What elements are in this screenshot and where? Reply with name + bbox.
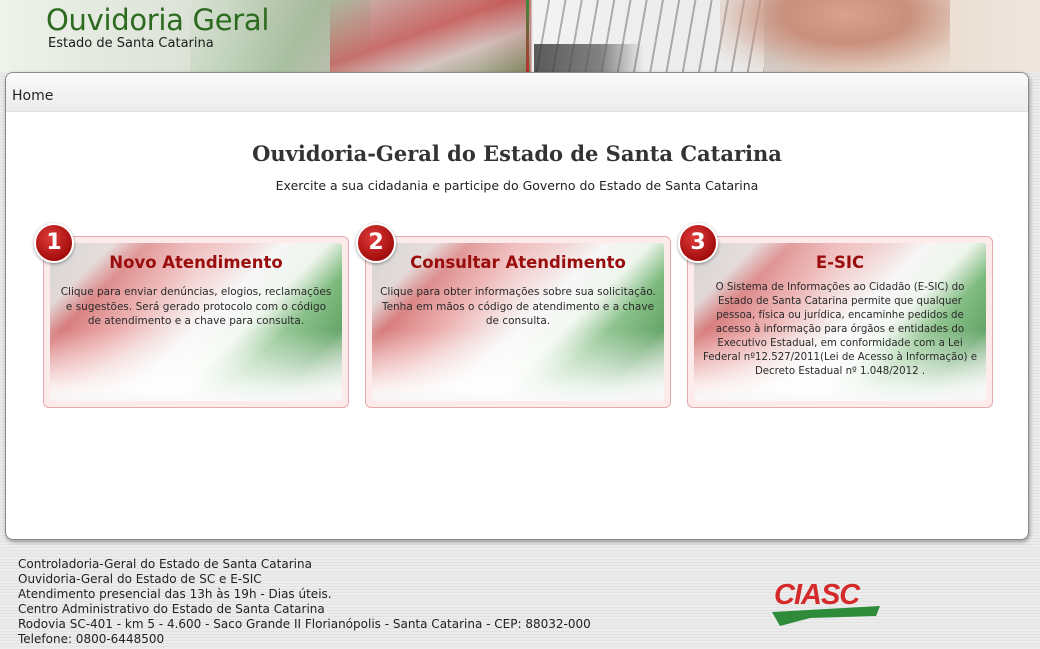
card-description: Clique para enviar denúncias, elogios, r… — [60, 286, 332, 327]
header-hand-photo — [720, 0, 950, 72]
site-header: Ouvidoria Geral Estado de Santa Catarina — [0, 0, 1040, 72]
ciasc-logo[interactable]: CIASC — [770, 574, 885, 630]
step-badge-2: 2 — [356, 223, 396, 263]
card-esic[interactable]: 3 E-SIC O Sistema de Informações ao Cida… — [678, 223, 993, 408]
card-description: O Sistema de Informações ao Cidadão (E-S… — [702, 282, 978, 377]
header-flag-graphic-red — [330, 0, 530, 72]
page-title: Ouvidoria-Geral do Estado de Santa Catar… — [252, 141, 782, 166]
footer-line: Controladoria-Geral do Estado de Santa C… — [18, 557, 312, 571]
ciasc-logo-text: CIASC — [774, 579, 861, 611]
nav-bar: Home — [6, 73, 1028, 112]
site-title[interactable]: Ouvidoria Geral — [46, 3, 269, 37]
header-keyboard-shadow — [534, 44, 644, 72]
footer-line: Rodovia SC-401 - km 5 - 4.600 - Saco Gra… — [18, 617, 591, 631]
step-badge-1: 1 — [34, 223, 74, 263]
site-footer: Controladoria-Geral do Estado de Santa C… — [18, 557, 591, 647]
card-title-consultar-atendimento[interactable]: Consultar Atendimento — [366, 253, 670, 272]
card-title-esic[interactable]: E-SIC — [688, 253, 992, 272]
nav-home-link[interactable]: Home — [12, 88, 53, 104]
footer-line: Centro Administrativo do Estado de Santa… — [18, 602, 325, 616]
card-novo-atendimento[interactable]: 1 Novo Atendimento Clique para enviar de… — [34, 223, 349, 408]
site-subtitle: Estado de Santa Catarina — [48, 36, 214, 51]
page-subtitle: Exercite a sua cidadania e participe do … — [275, 178, 759, 193]
footer-line: Telefone: 0800-6448500 — [18, 632, 165, 646]
footer-line: Ouvidoria-Geral do Estado de SC e E-SIC — [18, 572, 262, 586]
card-description: Clique para obter informações sobre sua … — [380, 286, 656, 327]
main-panel: Home Ouvidoria-Geral do Estado de Santa … — [5, 72, 1029, 540]
header-divider — [526, 0, 529, 72]
card-consultar-atendimento[interactable]: 2 Consultar Atendimento Clique para obte… — [356, 223, 671, 408]
step-badge-3: 3 — [678, 223, 718, 263]
card-title-novo-atendimento[interactable]: Novo Atendimento — [44, 253, 348, 272]
footer-line: Atendimento presencial das 13h às 19h - … — [18, 587, 332, 601]
